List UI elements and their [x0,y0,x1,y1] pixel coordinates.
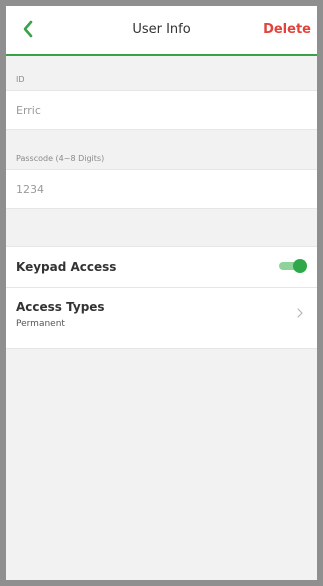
app-frame: User Info Delete ID Erric Passcode (4~8 … [0,0,323,586]
access-types-label: Access Types [16,300,105,314]
delete-button[interactable]: Delete [263,6,311,54]
chevron-right-icon [297,308,303,318]
passcode-value: 1234 [16,183,44,196]
keypad-access-label: Keypad Access [16,260,117,274]
keypad-access-row: Keypad Access [6,246,317,288]
id-field[interactable]: Erric [6,90,317,130]
access-types-value: Permanent [16,319,65,329]
toggle-knob [293,259,307,273]
keypad-access-toggle[interactable] [279,259,307,273]
id-value: Erric [16,104,41,117]
passcode-field[interactable]: 1234 [6,169,317,209]
access-types-row[interactable]: Access Types Permanent [6,288,317,349]
id-label: ID [16,75,25,84]
passcode-label: Passcode (4~8 Digits) [16,154,105,163]
top-navigation-bar: User Info Delete [6,6,317,56]
